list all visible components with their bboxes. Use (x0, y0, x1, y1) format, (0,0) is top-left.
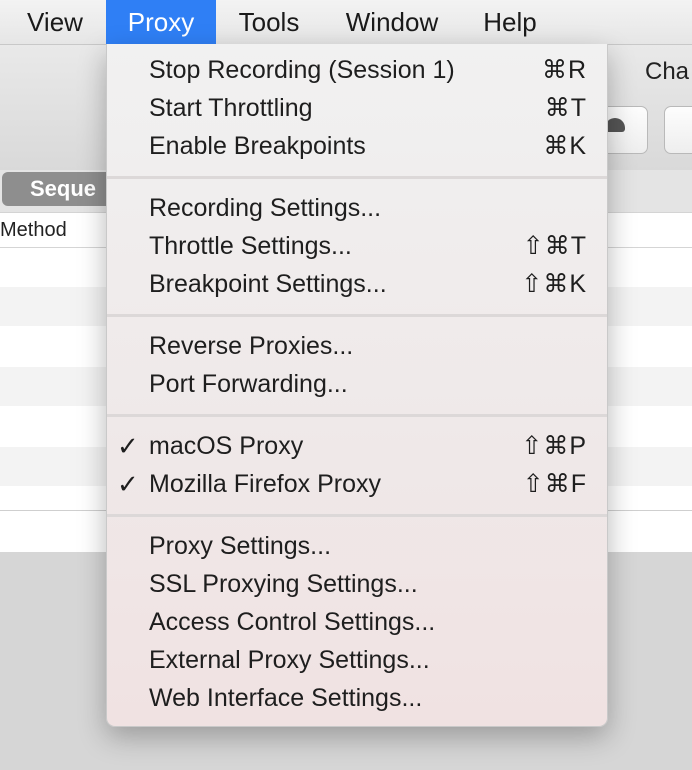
menu-item-external-proxy-settings[interactable]: External Proxy Settings... (107, 641, 607, 679)
menu-separator (107, 314, 607, 317)
menu-item-label: Breakpoint Settings... (149, 270, 387, 298)
menu-item-label: Reverse Proxies... (149, 332, 354, 360)
menu-item-label: Throttle Settings... (149, 232, 352, 260)
menu-separator (107, 414, 607, 417)
menu-item-label: Enable Breakpoints (149, 132, 366, 160)
menu-item-label: SSL Proxying Settings... (149, 570, 418, 598)
tab-sequence[interactable]: Seque (2, 172, 122, 206)
menu-bar: View Proxy Tools Window Help (0, 0, 692, 45)
toolbar-button[interactable] (664, 106, 692, 154)
menu-separator (107, 176, 607, 179)
menu-view[interactable]: View (12, 0, 98, 44)
menu-item-label: Proxy Settings... (149, 532, 332, 560)
menu-item-firefox-proxy[interactable]: ✓ Mozilla Firefox Proxy ⇧⌘F (107, 465, 607, 503)
menu-item-enable-breakpoints[interactable]: Enable Breakpoints ⌘K (107, 127, 607, 165)
menu-item-proxy-settings[interactable]: Proxy Settings... (107, 527, 607, 565)
column-header-method[interactable]: Method (0, 219, 67, 242)
menu-item-ssl-proxying-settings[interactable]: SSL Proxying Settings... (107, 565, 607, 603)
menu-item-label: macOS Proxy (149, 432, 304, 460)
menu-item-label: Stop Recording (Session 1) (149, 56, 455, 84)
menu-item-breakpoint-settings[interactable]: Breakpoint Settings... ⇧⌘K (107, 265, 607, 303)
menu-item-label: External Proxy Settings... (149, 646, 430, 674)
menu-item-label: Web Interface Settings... (149, 684, 423, 712)
shortcut-label: ⇧⌘K (521, 270, 587, 298)
menu-item-label: Start Throttling (149, 94, 313, 122)
turtle-icon (605, 118, 625, 132)
checkmark-icon: ✓ (117, 469, 139, 499)
menu-item-label: Port Forwarding... (149, 370, 348, 398)
menu-item-label: Recording Settings... (149, 194, 382, 222)
shortcut-label: ⌘T (544, 94, 587, 122)
menu-item-start-throttling[interactable]: Start Throttling ⌘T (107, 89, 607, 127)
menu-item-label: Mozilla Firefox Proxy (149, 470, 381, 498)
shortcut-label: ⌘K (543, 132, 587, 160)
menu-item-throttle-settings[interactable]: Throttle Settings... ⇧⌘T (107, 227, 607, 265)
menu-tools[interactable]: Tools (224, 0, 314, 44)
menu-item-stop-recording[interactable]: Stop Recording (Session 1) ⌘R (107, 51, 607, 89)
proxy-dropdown-menu: Stop Recording (Session 1) ⌘R Start Thro… (106, 44, 608, 727)
menu-proxy[interactable]: Proxy (106, 0, 216, 44)
menu-item-reverse-proxies[interactable]: Reverse Proxies... (107, 327, 607, 365)
shortcut-label: ⇧⌘P (521, 432, 587, 460)
shortcut-label: ⇧⌘F (522, 470, 587, 498)
menu-item-recording-settings[interactable]: Recording Settings... (107, 189, 607, 227)
toolbar-label: Cha (645, 58, 690, 85)
menu-item-access-control-settings[interactable]: Access Control Settings... (107, 603, 607, 641)
menu-item-label: Access Control Settings... (149, 608, 436, 636)
shortcut-label: ⇧⌘T (522, 232, 587, 260)
menu-window[interactable]: Window (330, 0, 454, 44)
menu-item-web-interface-settings[interactable]: Web Interface Settings... (107, 679, 607, 717)
menu-item-macos-proxy[interactable]: ✓ macOS Proxy ⇧⌘P (107, 427, 607, 465)
menu-help[interactable]: Help (470, 0, 550, 44)
menu-item-port-forwarding[interactable]: Port Forwarding... (107, 365, 607, 403)
shortcut-label: ⌘R (541, 56, 587, 84)
menu-separator (107, 514, 607, 517)
checkmark-icon: ✓ (117, 431, 139, 461)
